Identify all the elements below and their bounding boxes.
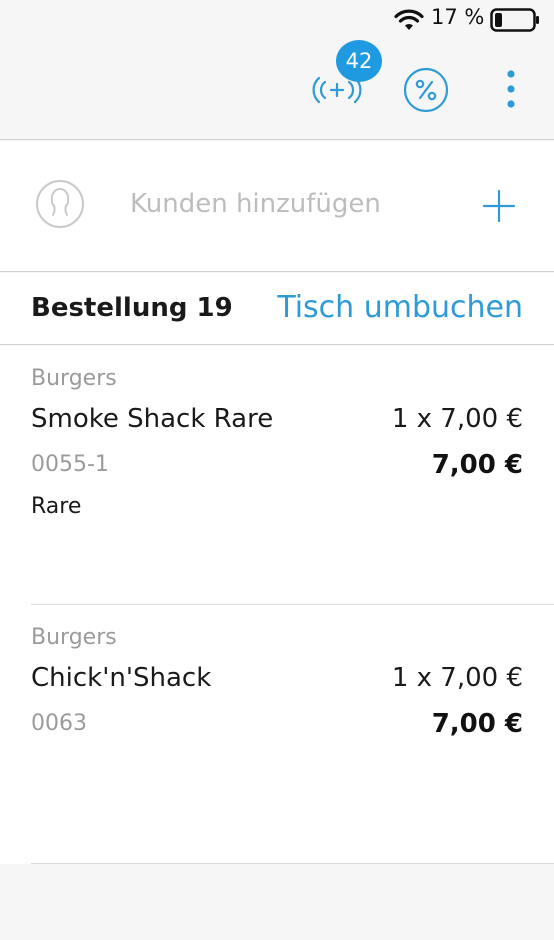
item-sku: 0055-1 [31,452,109,477]
item-name: Chick'n'Shack [31,663,212,693]
sync-count-badge: 42 [336,40,382,82]
item-name: Smoke Shack Rare [31,404,274,434]
battery-percentage: 17 % [431,5,485,29]
item-total: 7,00 € [431,709,523,739]
rebook-table-link[interactable]: Tisch umbuchen [277,290,523,325]
item-total: 7,00 € [431,450,523,480]
order-header: Bestellung 19 Tisch umbuchen [0,273,554,345]
order-title: Bestellung 19 [31,293,233,323]
bottom-area [0,864,554,940]
wifi-icon [394,9,424,30]
discount-icon[interactable] [403,67,449,113]
item-quantity-price: 1 x 7,00 € [391,404,523,434]
order-items-list: Burgers Smoke Shack Rare 1 x 7,00 € 0055… [0,346,554,864]
item-quantity-price: 1 x 7,00 € [391,663,523,693]
item-category: Burgers [31,625,117,650]
add-customer-label: Kunden hinzufügen [130,189,381,219]
list-item[interactable]: Burgers Smoke Shack Rare 1 x 7,00 € 0055… [0,346,554,605]
item-sku: 0063 [31,711,87,736]
plus-icon[interactable] [482,189,516,223]
status-bar: 17 % [0,0,554,40]
add-customer-row[interactable]: Kunden hinzufügen [0,141,554,272]
avatar-icon [36,180,84,228]
item-modifier: Rare [31,494,82,519]
item-category: Burgers [31,366,117,391]
battery-icon [490,8,539,32]
list-item[interactable]: Burgers Chick'n'Shack 1 x 7,00 € 0063 7,… [0,605,554,864]
toolbar: 42 [0,40,554,140]
more-vertical-icon[interactable] [496,68,526,112]
